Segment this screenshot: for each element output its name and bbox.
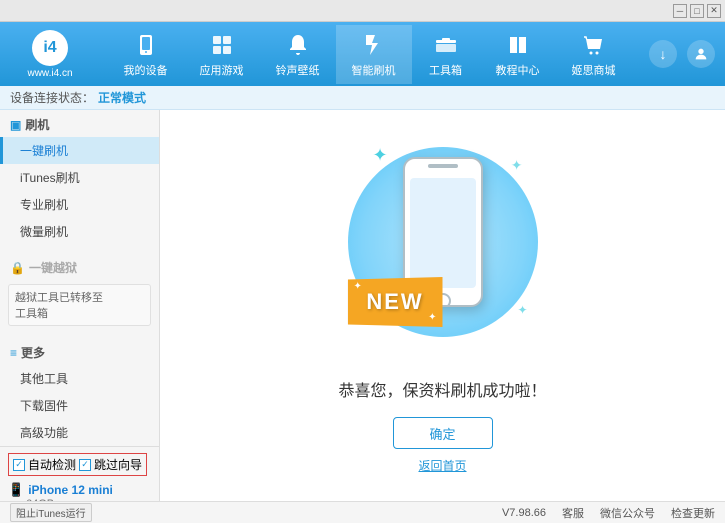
nav-smart-flash[interactable]: 智能刷机 (336, 25, 412, 84)
logo-url: www.i4.cn (27, 68, 72, 79)
maximize-button[interactable]: □ (690, 4, 704, 18)
device-storage: 64GB (8, 498, 151, 501)
phone-illustration: ✦ ✦ ✦ NEW ✦ ✦ (343, 137, 543, 357)
nav-ringtone[interactable]: 铃声壁纸 (260, 25, 336, 84)
shop-icon (580, 31, 608, 59)
status-value: 正常模式 (98, 89, 146, 106)
lock-sidebar-icon: 🔒 (10, 261, 25, 275)
ribbon-star-1: ✦ (354, 281, 362, 292)
sidebar-item-one-click-flash[interactable]: 一键刷机 (0, 137, 159, 164)
nav-ringtone-label: 铃声壁纸 (276, 62, 320, 78)
sidebar-item-other-tools[interactable]: 其他工具 (0, 365, 159, 392)
success-message: 恭喜您，保资料刷机成功啦！ (338, 377, 546, 401)
phone-screen (410, 178, 476, 288)
nav-toolbox[interactable]: 工具箱 (412, 25, 480, 84)
status-label: 设备连接状态： (10, 89, 94, 106)
download-button[interactable]: ↓ (649, 40, 677, 68)
nav-tutorial[interactable]: 教程中心 (480, 25, 556, 84)
sidebar-section-flash-label: 刷机 (25, 116, 49, 133)
sidebar-section-more: ≡ 更多 (0, 338, 159, 365)
skip-wizard-checkbox-box[interactable] (79, 459, 91, 471)
confirm-button[interactable]: 确定 (393, 417, 493, 449)
sidebar-section-jailbreak: 🔒 一键越狱 (0, 253, 159, 280)
sidebar-jailbreak-notice: 越狱工具已转移至工具箱 (8, 284, 151, 326)
header: i4 www.i4.cn 我的设备 应用游戏 铃声壁纸 (0, 22, 725, 86)
skip-wizard-label: 跳过向导 (94, 456, 142, 473)
full-bottom-bar: 阻止iTunes运行 V7.98.66 客服 微信公众号 检查更新 (0, 501, 725, 523)
sidebar-item-advanced[interactable]: 高级功能 (0, 419, 159, 446)
close-button[interactable]: ✕ (707, 4, 721, 18)
nav-toolbox-label: 工具箱 (429, 62, 462, 78)
sidebar-section-flash: ▣ 刷机 (0, 110, 159, 137)
tool-icon (432, 31, 460, 59)
ribbon-star-2: ✦ (428, 312, 436, 323)
book-icon (504, 31, 532, 59)
window-controls: ─ □ ✕ (673, 4, 721, 18)
user-button[interactable] (687, 40, 715, 68)
status-bar: 设备连接状态： 正常模式 (0, 86, 725, 110)
new-badge-text: NEW (366, 289, 423, 315)
nav-items: 我的设备 应用游戏 铃声壁纸 智能刷机 工具箱 (90, 25, 649, 84)
bell-icon (284, 31, 312, 59)
check-update-link[interactable]: 检查更新 (671, 505, 715, 521)
minimize-button[interactable]: ─ (673, 4, 687, 18)
nav-shop-label: 姬思商城 (572, 62, 616, 78)
bottom-right: V7.98.66 客服 微信公众号 检查更新 (502, 505, 715, 521)
wechat-public-link[interactable]: 微信公众号 (600, 505, 655, 521)
logo-icon: i4 (32, 30, 68, 66)
header-right: ↓ (649, 40, 715, 68)
sidebar-item-pro-flash[interactable]: 专业刷机 (0, 191, 159, 218)
title-bar: ─ □ ✕ (0, 0, 725, 22)
flash-icon (360, 31, 388, 59)
nav-my-device[interactable]: 我的设备 (108, 25, 184, 84)
sidebar-section-more-label: 更多 (21, 344, 45, 361)
stop-itunes-btn[interactable]: 阻止iTunes运行 (10, 503, 92, 522)
app-icon (208, 31, 236, 59)
flash-sidebar-icon: ▣ (10, 118, 21, 132)
auto-connect-checkbox-box[interactable] (13, 459, 25, 471)
device-name: iPhone 12 mini (28, 483, 113, 497)
nav-shop[interactable]: 姬思商城 (556, 25, 632, 84)
auto-connect-checkbox[interactable]: 自动检测 (13, 456, 76, 473)
more-sidebar-icon: ≡ (10, 346, 17, 360)
sidebar-item-itunes-flash[interactable]: iTunes刷机 (0, 164, 159, 191)
content-area: ✦ ✦ ✦ NEW ✦ ✦ 恭喜您，保资料刷机成功啦！ 确定 (160, 110, 725, 501)
device-info: 📱 iPhone 12 mini 64GB Down-12mini-13.1 (8, 482, 151, 501)
nav-my-device-label: 我的设备 (124, 62, 168, 78)
version-label: V7.98.66 (502, 507, 546, 519)
sidebar: ▣ 刷机 一键刷机 iTunes刷机 专业刷机 微量刷机 🔒 一键越狱 越狱工具… (0, 110, 160, 501)
sparkle-3: ✦ (517, 303, 527, 317)
nav-app-games-label: 应用游戏 (200, 62, 244, 78)
back-home-link[interactable]: 返回首页 (418, 457, 466, 474)
new-badge: NEW ✦ ✦ (348, 277, 443, 327)
nav-tutorial-label: 教程中心 (496, 62, 540, 78)
customer-service-link[interactable]: 客服 (562, 505, 584, 521)
skip-wizard-checkbox[interactable]: 跳过向导 (79, 456, 142, 473)
auto-connect-label: 自动检测 (28, 456, 76, 473)
sidebar-item-download-firmware[interactable]: 下载固件 (0, 392, 159, 419)
checkboxes-outline: 自动检测 跳过向导 (8, 453, 147, 476)
main-layout: ▣ 刷机 一键刷机 iTunes刷机 专业刷机 微量刷机 🔒 一键越狱 越狱工具… (0, 110, 725, 501)
sidebar-section-jailbreak-label: 一键越狱 (29, 259, 77, 276)
sparkle-1: ✦ (373, 145, 388, 166)
logo-area: i4 www.i4.cn (10, 30, 90, 79)
sparkle-2: ✦ (511, 157, 523, 174)
nav-app-games[interactable]: 应用游戏 (184, 25, 260, 84)
phone-icon (132, 31, 160, 59)
nav-smart-flash-label: 智能刷机 (352, 62, 396, 78)
sidebar-item-save-data-flash[interactable]: 微量刷机 (0, 218, 159, 245)
